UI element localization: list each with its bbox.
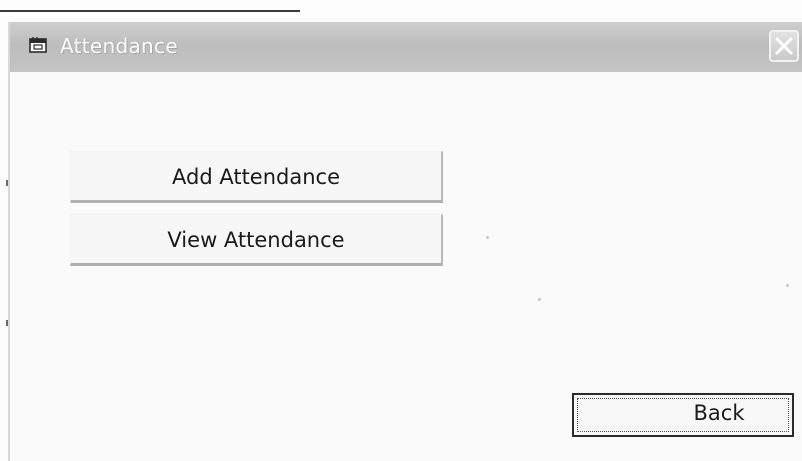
back-button-label: Back: [693, 401, 745, 425]
scan-edge-line: [0, 10, 300, 12]
focus-ring: [577, 398, 789, 432]
scan-speck: [486, 236, 489, 239]
scan-speck: [786, 284, 789, 287]
title-bar[interactable]: Attendance: [10, 22, 802, 72]
window-icon: [29, 36, 49, 54]
close-button[interactable]: [769, 30, 799, 62]
view-attendance-button[interactable]: View Attendance: [70, 214, 443, 266]
window-title: Attendance: [60, 34, 178, 58]
close-icon: [775, 37, 793, 55]
screenshot-page: Attendance Add Attendance View Attendanc…: [0, 0, 802, 461]
scan-speck: [538, 298, 541, 301]
add-attendance-button[interactable]: Add Attendance: [70, 151, 443, 203]
back-button[interactable]: Back: [572, 393, 794, 437]
attendance-window: Attendance Add Attendance View Attendanc…: [8, 22, 802, 461]
